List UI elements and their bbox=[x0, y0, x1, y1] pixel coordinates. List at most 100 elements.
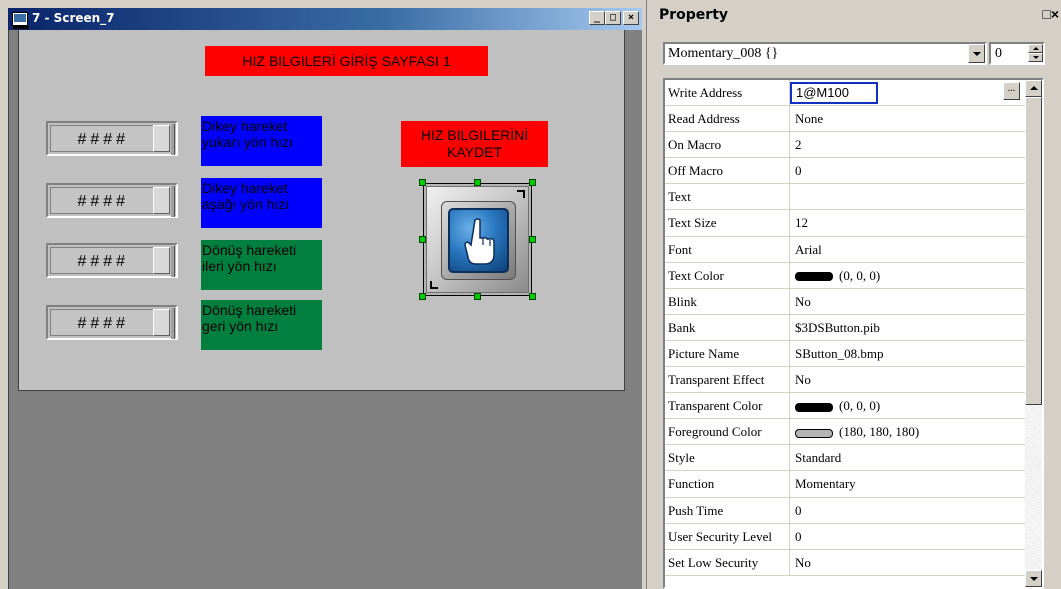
property-value[interactable]: SButton_08.bmp bbox=[790, 341, 1042, 366]
resize-handle-w[interactable] bbox=[419, 236, 426, 243]
property-row[interactable]: Foreground Color (180, 180, 180) bbox=[665, 419, 1042, 446]
property-key: Write Address bbox=[665, 80, 790, 106]
property-value[interactable]: No bbox=[790, 367, 1042, 392]
screen-editor-window: 7 - Screen_7 _ □ × HIZ BILGILERİ GİRİŞ S… bbox=[0, 0, 647, 589]
resize-handle-se[interactable] bbox=[529, 293, 536, 300]
resize-handle-n[interactable] bbox=[474, 179, 481, 186]
label-rotation-backward-speed[interactable]: Dönüş hareketi geri yön hızı bbox=[201, 300, 322, 350]
property-value[interactable]: 0 bbox=[790, 524, 1042, 549]
property-row[interactable]: Font Arial bbox=[665, 236, 1042, 263]
property-row[interactable]: Text Color (0, 0, 0) bbox=[665, 262, 1042, 289]
property-panel: Property □× Momentary_008 {} 0 Write Add… bbox=[653, 0, 1061, 589]
resize-handle-ne[interactable] bbox=[529, 179, 536, 186]
property-row[interactable]: User Security Level 0 bbox=[665, 523, 1042, 550]
spin-down-icon[interactable] bbox=[1028, 53, 1043, 62]
property-value[interactable]: 12 bbox=[790, 210, 1042, 235]
numeric-input-3[interactable]: #### bbox=[46, 243, 178, 278]
write-address-input[interactable]: 1@M100 bbox=[790, 82, 878, 104]
property-row[interactable]: Transparent Effect No bbox=[665, 367, 1042, 394]
resize-handle-s[interactable] bbox=[474, 293, 481, 300]
property-value[interactable]: 0 bbox=[790, 158, 1042, 183]
property-row[interactable]: Off Macro 0 bbox=[665, 158, 1042, 185]
color-swatch bbox=[795, 272, 833, 282]
close-button[interactable]: × bbox=[623, 11, 639, 25]
numeric-input-knob bbox=[153, 308, 175, 339]
property-row[interactable]: On Macro 2 bbox=[665, 132, 1042, 159]
property-value[interactable]: 1@M100 ... bbox=[790, 80, 1042, 105]
hand-pointer-icon bbox=[464, 218, 495, 265]
property-value[interactable]: None bbox=[790, 106, 1042, 131]
screen-window-title: 7 - Screen_7 bbox=[32, 11, 115, 25]
color-swatch bbox=[795, 402, 833, 412]
screen-canvas-area[interactable]: HIZ BILGILERİ GİRİŞ SAYFASI 1 #### Dikey… bbox=[8, 30, 642, 589]
property-row[interactable]: Blink No bbox=[665, 288, 1042, 315]
property-row[interactable]: Bank $3DSButton.pib bbox=[665, 314, 1042, 341]
ellipsis-button[interactable]: ... bbox=[1003, 82, 1020, 100]
property-key: On Macro bbox=[665, 132, 790, 158]
property-grid-scrollbar[interactable] bbox=[1025, 80, 1042, 587]
property-key: Style bbox=[665, 445, 790, 471]
label-rotation-forward-speed[interactable]: Dönüş hareketi ileri yön hızı bbox=[201, 240, 322, 290]
resize-handle-e[interactable] bbox=[529, 236, 536, 243]
property-value[interactable]: No bbox=[790, 289, 1042, 314]
label-vertical-down-speed[interactable]: Dikey hareket aşağı yön hızı bbox=[201, 178, 322, 228]
scroll-thumb[interactable] bbox=[1025, 97, 1042, 405]
property-value[interactable]: 0 bbox=[790, 498, 1042, 523]
numeric-input-value: #### bbox=[77, 253, 129, 270]
property-value[interactable]: Arial bbox=[790, 237, 1042, 262]
color-value: (0, 0, 0) bbox=[839, 267, 881, 283]
property-row[interactable]: Text bbox=[665, 184, 1042, 211]
numeric-input-field: #### bbox=[50, 247, 154, 274]
property-value[interactable]: 2 bbox=[790, 132, 1042, 157]
momentary-button[interactable] bbox=[419, 179, 536, 300]
property-key: Push Time bbox=[665, 497, 790, 523]
resize-handle-sw[interactable] bbox=[419, 293, 426, 300]
button-frame bbox=[423, 183, 532, 296]
property-value[interactable] bbox=[790, 184, 1042, 209]
label-line-1: Dikey hareket bbox=[202, 180, 288, 196]
numeric-input-knob bbox=[153, 246, 175, 277]
numeric-input-2[interactable]: #### bbox=[46, 183, 178, 218]
hmi-title-banner[interactable]: HIZ BILGILERİ GİRİŞ SAYFASI 1 bbox=[205, 46, 488, 76]
property-value[interactable]: (0, 0, 0) bbox=[790, 393, 1042, 418]
property-row[interactable]: Picture Name SButton_08.bmp bbox=[665, 340, 1042, 368]
property-row[interactable]: Style Standard bbox=[665, 445, 1042, 472]
property-key: Foreground Color bbox=[665, 419, 790, 445]
property-value[interactable]: No bbox=[790, 550, 1042, 575]
numeric-input-1[interactable]: #### bbox=[46, 121, 178, 156]
index-spin-box[interactable]: 0 bbox=[989, 42, 1045, 65]
label-line-2: aşağı yön hızı bbox=[202, 196, 290, 212]
screen-title-bar[interactable]: 7 - Screen_7 _ □ × bbox=[8, 8, 642, 30]
label-line-1: Dönüş hareketi bbox=[202, 242, 297, 258]
hmi-screen[interactable]: HIZ BILGILERİ GİRİŞ SAYFASI 1 #### Dikey… bbox=[18, 30, 625, 391]
property-value[interactable]: Standard bbox=[790, 445, 1042, 470]
property-row[interactable]: Function Momentary bbox=[665, 471, 1042, 498]
property-value[interactable]: (0, 0, 0) bbox=[790, 263, 1042, 288]
scroll-down-icon[interactable] bbox=[1025, 570, 1042, 587]
save-speed-banner[interactable]: HIZ BILGILERİNİ KAYDET bbox=[401, 121, 548, 167]
property-row[interactable]: Text Size 12 bbox=[665, 210, 1042, 237]
label-line-2: geri yön hızı bbox=[202, 318, 279, 334]
property-row[interactable]: Transparent Color (0, 0, 0) bbox=[665, 393, 1042, 420]
panel-dock-close-icons[interactable]: □× bbox=[1042, 6, 1059, 22]
resize-handle-nw[interactable] bbox=[419, 179, 426, 186]
property-value[interactable]: Momentary bbox=[790, 471, 1042, 496]
scroll-up-icon[interactable] bbox=[1025, 80, 1042, 97]
property-row[interactable]: Read Address None bbox=[665, 106, 1042, 133]
dropdown-arrow-icon[interactable] bbox=[968, 44, 985, 63]
property-row[interactable]: Set Low Security No bbox=[665, 549, 1042, 576]
property-row[interactable]: Push Time 0 bbox=[665, 497, 1042, 524]
spin-up-icon[interactable] bbox=[1028, 44, 1043, 53]
property-value[interactable]: (180, 180, 180) bbox=[790, 419, 1042, 444]
object-selector-dropdown[interactable]: Momentary_008 {} bbox=[663, 42, 987, 65]
label-vertical-up-speed[interactable]: Dikey hareket yukarı yön hızı bbox=[201, 116, 322, 166]
maximize-button[interactable]: □ bbox=[605, 11, 621, 25]
numeric-input-value: #### bbox=[77, 193, 129, 210]
property-row-write-address[interactable]: Write Address 1@M100 ... bbox=[665, 80, 1042, 107]
numeric-input-value: #### bbox=[77, 131, 129, 148]
property-value[interactable]: $3DSButton.pib bbox=[790, 315, 1042, 340]
property-grid: Write Address 1@M100 ... Read Address Non… bbox=[663, 78, 1044, 589]
minimize-button[interactable]: _ bbox=[589, 11, 605, 25]
property-panel-header[interactable]: Property □× bbox=[653, 4, 1061, 26]
numeric-input-4[interactable]: #### bbox=[46, 305, 178, 340]
